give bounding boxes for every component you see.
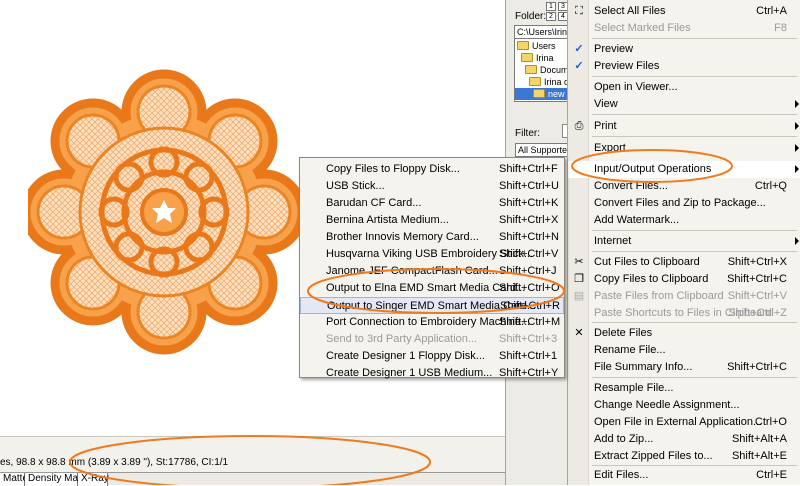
submenu-item-janome[interactable]: Janome JEF CompactFlash Card... Shift+Ct… [300,263,564,280]
menu-item-preview[interactable]: ✓ Preview [568,41,800,58]
folder-label: Folder: [515,11,547,22]
menu-item-cut-files[interactable]: ✂ Cut Files to Clipboard Shift+Ctrl+X [568,254,800,271]
folder-tree[interactable]: Users Irina Docum Irina d new [514,38,568,102]
submenu-item-send-3rd-party[interactable]: Send to 3rd Party Application... Shift+C… [300,331,564,348]
copy-icon: ❐ [574,273,584,285]
menu-item-preview-files[interactable]: ✓ Preview Files [568,58,800,75]
menu-separator [592,114,797,115]
folder-icon [517,41,529,50]
menu-item-add-to-zip[interactable]: Add to Zip... Shift+Alt+A [568,431,800,448]
embroidery-design[interactable] [28,68,300,356]
view-number-button[interactable]: 2 [546,12,556,21]
menu-separator [592,76,797,77]
tree-item-selected[interactable]: new [515,88,567,100]
submenu-item-usb-stick[interactable]: USB Stick... Shift+Ctrl+U [300,178,564,195]
submenu-item-bernina[interactable]: Bernina Artista Medium... Shift+Ctrl+X [300,212,564,229]
folder-path-field[interactable]: C:\Users\Irina [514,25,568,39]
folder-icon [521,53,533,62]
printer-icon: ⎙ [574,120,584,132]
submenu-item-elna[interactable]: Output to Elna EMD Smart Media Card... S… [300,280,564,297]
filter-select[interactable]: All Supported [515,143,570,157]
menu-item-select-all[interactable]: ⛶ Select All Files Ctrl+A [568,3,800,20]
menu-item-rename-file[interactable]: Rename File... [568,342,800,359]
status-bar: es, 98.8 x 98.8 mm (3.89 x 3.89 "), St:1… [0,436,505,472]
tab-density-map[interactable]: Density Map [25,473,84,486]
menu-item-change-needle[interactable]: Change Needle Assignment... [568,397,800,414]
menu-separator [592,377,797,378]
tab-matte[interactable]: Matte [0,473,28,486]
scissors-icon: ✂ [574,256,584,268]
submenu-item-designer-floppy[interactable]: Create Designer 1 Floppy Disk... Shift+C… [300,348,564,365]
submenu-item-brother[interactable]: Brother Innovis Memory Card... Shift+Ctr… [300,229,564,246]
paste-icon: ▤ [573,290,585,302]
folder-icon [525,65,537,74]
menu-item-add-watermark[interactable]: Add Watermark... [568,212,800,229]
menu-separator [592,136,797,137]
menu-separator [592,230,797,231]
filter-label: Filter: [515,128,540,139]
menu-separator [592,38,797,39]
menu-item-file-summary[interactable]: File Summary Info... Shift+Ctrl+C [568,359,800,376]
view-tabs: Matte Density Map X-Ray [0,472,505,486]
select-all-icon: ⛶ [575,5,583,17]
submenu-item-designer-usb[interactable]: Create Designer 1 USB Medium... Shift+Ct… [300,365,564,382]
submenu-item-floppy[interactable]: Copy Files to Floppy Disk... Shift+Ctrl+… [300,161,564,178]
folder-icon [533,89,545,98]
status-text: es, 98.8 x 98.8 mm (3.89 x 3.89 "), St:1… [0,457,229,468]
menu-separator [592,465,797,466]
context-menu: ⛶ Select All Files Ctrl+A Select Marked … [567,0,800,485]
menu-item-select-marked[interactable]: Select Marked Files F8 [568,20,800,37]
tab-x-ray[interactable]: X-Ray [78,473,109,486]
submenu-item-husqvarna[interactable]: Husqvarna Viking USB Embroidery Stick...… [300,246,564,263]
menu-separator [592,322,797,323]
menu-item-export[interactable]: Export [568,140,800,157]
menu-item-convert-zip[interactable]: Convert Files and Zip to Package... [568,195,800,212]
submenu-arrow-icon [795,144,799,152]
submenu-arrow-icon [795,237,799,245]
tree-item[interactable]: Users [517,40,556,52]
view-number-button[interactable]: 1 [546,2,556,11]
menu-item-edit-files[interactable]: Edit Files... Ctrl+E [568,467,800,484]
submenu-item-barudan[interactable]: Barudan CF Card... Shift+Ctrl+K [300,195,564,212]
menu-item-convert-files[interactable]: Convert Files... Ctrl+Q [568,178,800,195]
menu-item-extract-zip[interactable]: Extract Zipped Files to... Shift+Alt+E [568,448,800,465]
submenu-arrow-icon [795,165,799,173]
menu-item-internet[interactable]: Internet [568,233,800,250]
check-icon: ✓ [574,60,584,72]
submenu-item-port-connection[interactable]: Port Connection to Embroidery Machine...… [300,314,564,331]
menu-item-print[interactable]: ⎙ Print [568,118,800,135]
input-output-submenu: Copy Files to Floppy Disk... Shift+Ctrl+… [299,157,565,379]
menu-separator [592,251,797,252]
menu-item-paste-files[interactable]: ▤ Paste Files from Clipboard Shift+Ctrl+… [568,288,800,305]
delete-icon: ✕ [574,327,584,339]
submenu-arrow-icon [795,122,799,130]
menu-item-open-external[interactable]: Open File in External Application... Ctr… [568,414,800,431]
check-icon: ✓ [574,43,584,55]
tree-item[interactable]: Irina [521,52,554,64]
tree-item[interactable]: Docum [525,64,567,76]
menu-item-copy-files[interactable]: ❐ Copy Files to Clipboard Shift+Ctrl+C [568,271,800,288]
menu-item-delete-files[interactable]: ✕ Delete Files [568,325,800,342]
menu-item-resample-file[interactable]: Resample File... [568,380,800,397]
submenu-arrow-icon [795,100,799,108]
tree-item[interactable]: Irina d [529,76,567,88]
menu-item-paste-shortcuts[interactable]: Paste Shortcuts to Files in Clipboard Sh… [568,305,800,322]
menu-item-open-in-viewer[interactable]: Open in Viewer... [568,79,800,96]
folder-icon [529,77,541,86]
submenu-item-singer[interactable]: Output to Singer EMD Smart Media Card...… [300,297,564,314]
menu-item-view[interactable]: View [568,96,800,113]
menu-item-input-output-operations[interactable]: Input/Output Operations [568,161,800,178]
